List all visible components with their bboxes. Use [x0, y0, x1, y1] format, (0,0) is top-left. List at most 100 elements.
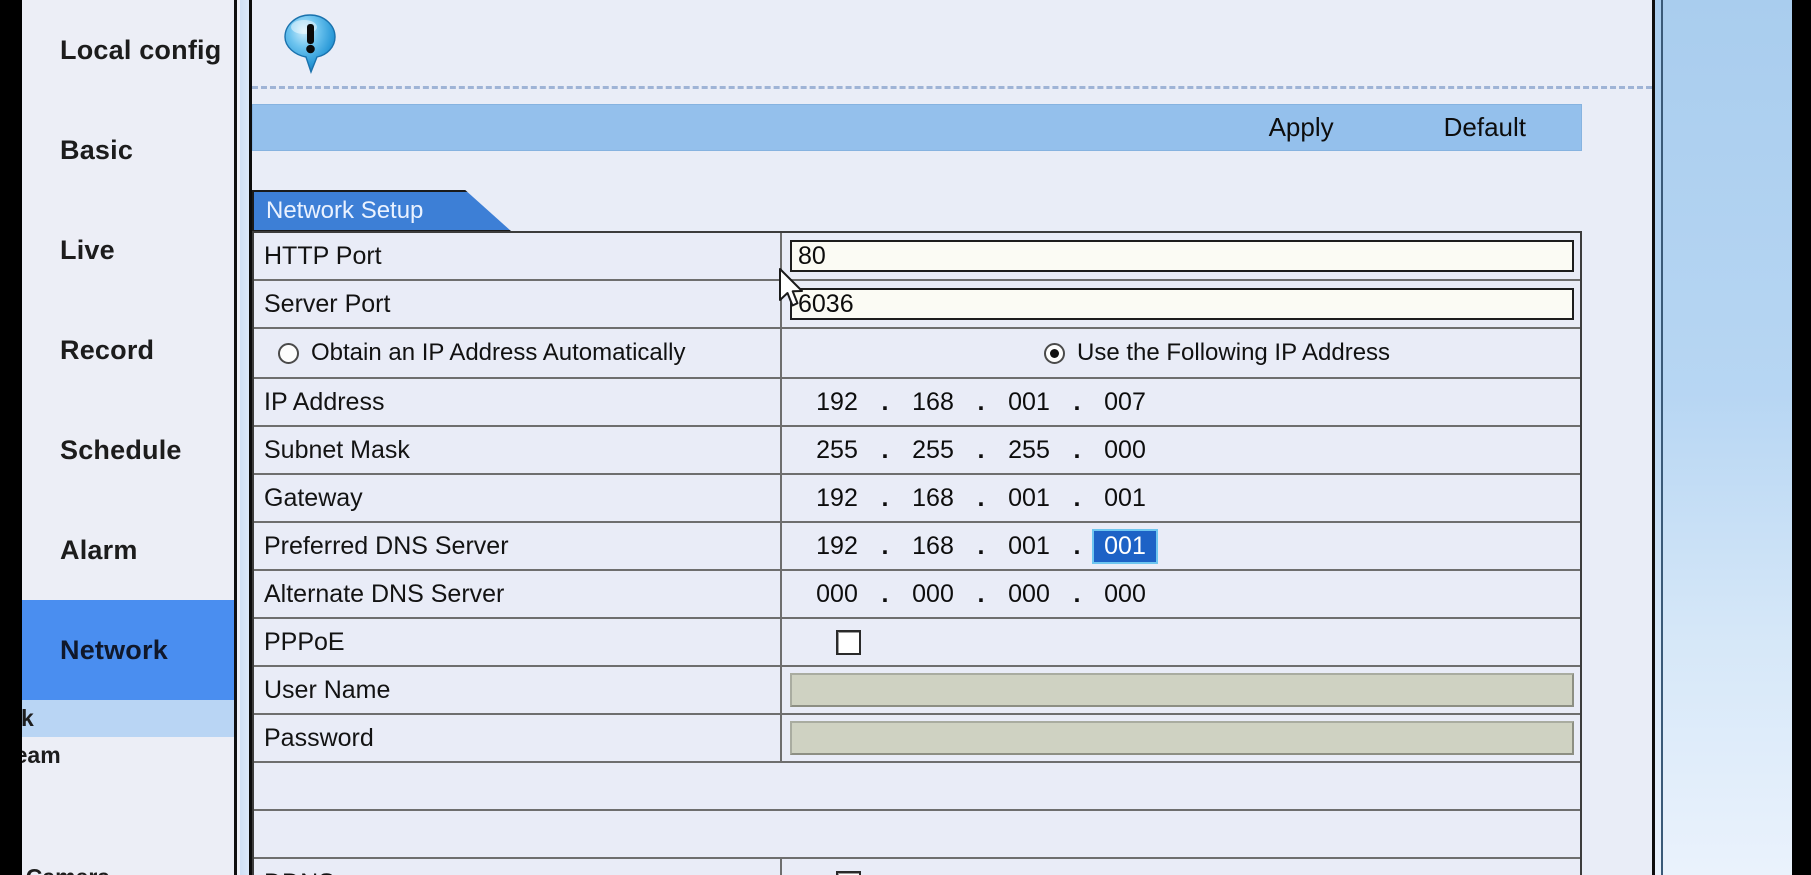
tab-shape: Network Setup: [252, 190, 512, 232]
alternate-dns-server-octet-group: 000. 000. 000. 000: [806, 579, 1156, 610]
row-value-preferred-dns-server: 192. 168. 001. 001: [782, 523, 1580, 569]
table-row-pppoe: PPPoE: [254, 619, 1580, 667]
sidebar-item-record[interactable]: Record: [22, 300, 234, 400]
table-row-alternate-dns-server: Alternate DNS Server 000. 000. 000. 000: [254, 571, 1580, 619]
ip-address-octet-3[interactable]: 001: [998, 387, 1060, 418]
row-label-server-port: Server Port: [254, 281, 782, 327]
panel-divider-scrollbar[interactable]: [234, 0, 252, 875]
preferred-dns-server-octet-2[interactable]: 168: [902, 531, 964, 562]
table-row-blank: [254, 811, 1580, 859]
alternate-dns-server-octet-3[interactable]: 000: [998, 579, 1060, 610]
table-row-gateway: Gateway 192. 168. 001. 001: [254, 475, 1580, 523]
gateway-octet-3[interactable]: 001: [998, 483, 1060, 514]
gateway-octet-1[interactable]: 192: [806, 483, 868, 514]
sidebar-subitem-label: IP Camera: [22, 864, 110, 875]
row-label-blank: [254, 763, 782, 809]
subnet-mask-octet-2[interactable]: 255: [902, 435, 964, 466]
row-value-blank: [782, 763, 1580, 809]
subnet-mask-octet-1[interactable]: 255: [806, 435, 868, 466]
subnet-mask-octet-4[interactable]: 000: [1094, 435, 1156, 466]
settings-table: HTTP Port 80 Server Port 6036 Obtain an IP A…: [252, 231, 1582, 875]
row-value-subnet-mask: 255. 255. 255. 000: [782, 427, 1580, 473]
sidebar-subitem-label: tream: [22, 742, 61, 768]
action-toolbar: Apply Default: [252, 104, 1582, 151]
sidebar-sub-list: ork tream r IP Camera: [22, 700, 234, 875]
sidebar-subitem-ip-camera[interactable]: IP Camera: [22, 859, 234, 875]
table-row-server-port: Server Port 6036: [254, 281, 1580, 329]
octet-separator: .: [977, 531, 985, 560]
sidebar-item-live[interactable]: Live: [22, 200, 234, 300]
table-row-password: Password: [254, 715, 1580, 763]
radio-option-obtain-ip-automatically[interactable]: Obtain an IP Address Automatically: [254, 329, 782, 377]
preferred-dns-server-octet-3[interactable]: 001: [998, 531, 1060, 562]
gateway-octet-4[interactable]: 001: [1094, 483, 1156, 514]
ddns-checkbox[interactable]: [836, 870, 861, 875]
ip-address-octet-1[interactable]: 192: [806, 387, 868, 418]
table-row-preferred-dns-server: Preferred DNS Server 192. 168. 001. 001: [254, 523, 1580, 571]
sidebar-subitem-network[interactable]: ork: [22, 700, 234, 737]
row-value-user-name: [782, 667, 1580, 713]
octet-separator: .: [977, 579, 985, 608]
scrollbar-track[interactable]: [240, 0, 249, 875]
subnet-mask-octet-3[interactable]: 255: [998, 435, 1060, 466]
apply-button[interactable]: Apply: [1269, 112, 1334, 143]
user-name-input-disabled: [790, 673, 1574, 707]
ip-address-octet-2[interactable]: 168: [902, 387, 964, 418]
network-setup-tab[interactable]: Network Setup: [252, 190, 512, 232]
row-label-preferred-dns-server: Preferred DNS Server: [254, 523, 782, 569]
octet-separator: .: [977, 387, 985, 416]
table-row-ip-mode: Obtain an IP Address Automatically Use th…: [254, 329, 1580, 379]
password-input-disabled: [790, 721, 1574, 755]
sidebar-item-basic[interactable]: Basic: [22, 100, 234, 200]
alternate-dns-server-octet-2[interactable]: 000: [902, 579, 964, 610]
radio-button-obtain-ip-automatically[interactable]: [278, 342, 299, 364]
sidebar-item-network[interactable]: Network: [22, 600, 234, 700]
server-port-input[interactable]: 6036: [790, 288, 1574, 320]
octet-separator: .: [1073, 579, 1081, 608]
application-window: Local config Basic Live Record Schedule Alarm…: [0, 0, 1811, 875]
row-value-blank: [782, 811, 1580, 857]
pppoe-checkbox[interactable]: [836, 629, 861, 655]
sidebar-navigation: Local config Basic Live Record Schedule Alarm…: [22, 0, 234, 875]
sidebar-item-label: Record: [60, 334, 155, 365]
sidebar-item-schedule[interactable]: Schedule: [22, 400, 234, 500]
http-port-input[interactable]: 80: [790, 240, 1574, 272]
sidebar-main-list: Local config Basic Live Record Schedule Alarm…: [22, 0, 234, 700]
radio-option-use-following-ip[interactable]: Use the Following IP Address: [782, 329, 1580, 377]
table-row-subnet-mask: Subnet Mask 255. 255. 255. 000: [254, 427, 1580, 475]
sidebar-subitem-spacer: [22, 835, 234, 859]
row-label-pppoe: PPPoE: [254, 619, 782, 665]
row-label-gateway: Gateway: [254, 475, 782, 521]
sidebar-subitem-other[interactable]: r: [22, 798, 234, 835]
row-label-subnet-mask: Subnet Mask: [254, 427, 782, 473]
row-value-ddns: [782, 859, 1580, 875]
right-gradient-pane: [1652, 0, 1792, 875]
sidebar-item-label: Network: [60, 634, 168, 665]
alternate-dns-server-octet-4[interactable]: 000: [1094, 579, 1156, 610]
table-row-http-port: HTTP Port 80: [254, 233, 1580, 281]
row-value-password: [782, 715, 1580, 761]
ip-address-octet-4[interactable]: 007: [1094, 387, 1156, 418]
sidebar-subitem-sub-stream[interactable]: tream: [22, 737, 234, 774]
row-value-pppoe: [782, 619, 1580, 665]
radio-button-use-following-ip[interactable]: [1044, 342, 1065, 364]
sidebar-item-alarm[interactable]: Alarm: [22, 500, 234, 600]
default-button[interactable]: Default: [1444, 112, 1526, 143]
sidebar-item-label: Schedule: [60, 434, 182, 465]
table-row-user-name: User Name: [254, 667, 1580, 715]
preferred-dns-server-octet-1[interactable]: 192: [806, 531, 868, 562]
octet-separator: .: [977, 483, 985, 512]
row-label-ip-address: IP Address: [254, 379, 782, 425]
radio-label-obtain-ip-automatically: Obtain an IP Address Automatically: [311, 339, 686, 366]
sidebar-item-label: Live: [60, 234, 115, 265]
sidebar-item-local-config[interactable]: Local config: [22, 0, 234, 100]
row-value-server-port: 6036: [782, 281, 1580, 327]
alternate-dns-server-octet-1[interactable]: 000: [806, 579, 868, 610]
preferred-dns-server-octet-group: 192. 168. 001. 001: [806, 528, 1158, 564]
octet-separator: .: [1073, 531, 1081, 560]
right-pane-inner: [1661, 0, 1792, 875]
gateway-octet-2[interactable]: 168: [902, 483, 964, 514]
preferred-dns-server-octet-4[interactable]: 001: [1092, 528, 1158, 564]
octet-separator: .: [977, 435, 985, 464]
ip-address-octet-group: 192. 168. 001. 007: [806, 387, 1156, 418]
